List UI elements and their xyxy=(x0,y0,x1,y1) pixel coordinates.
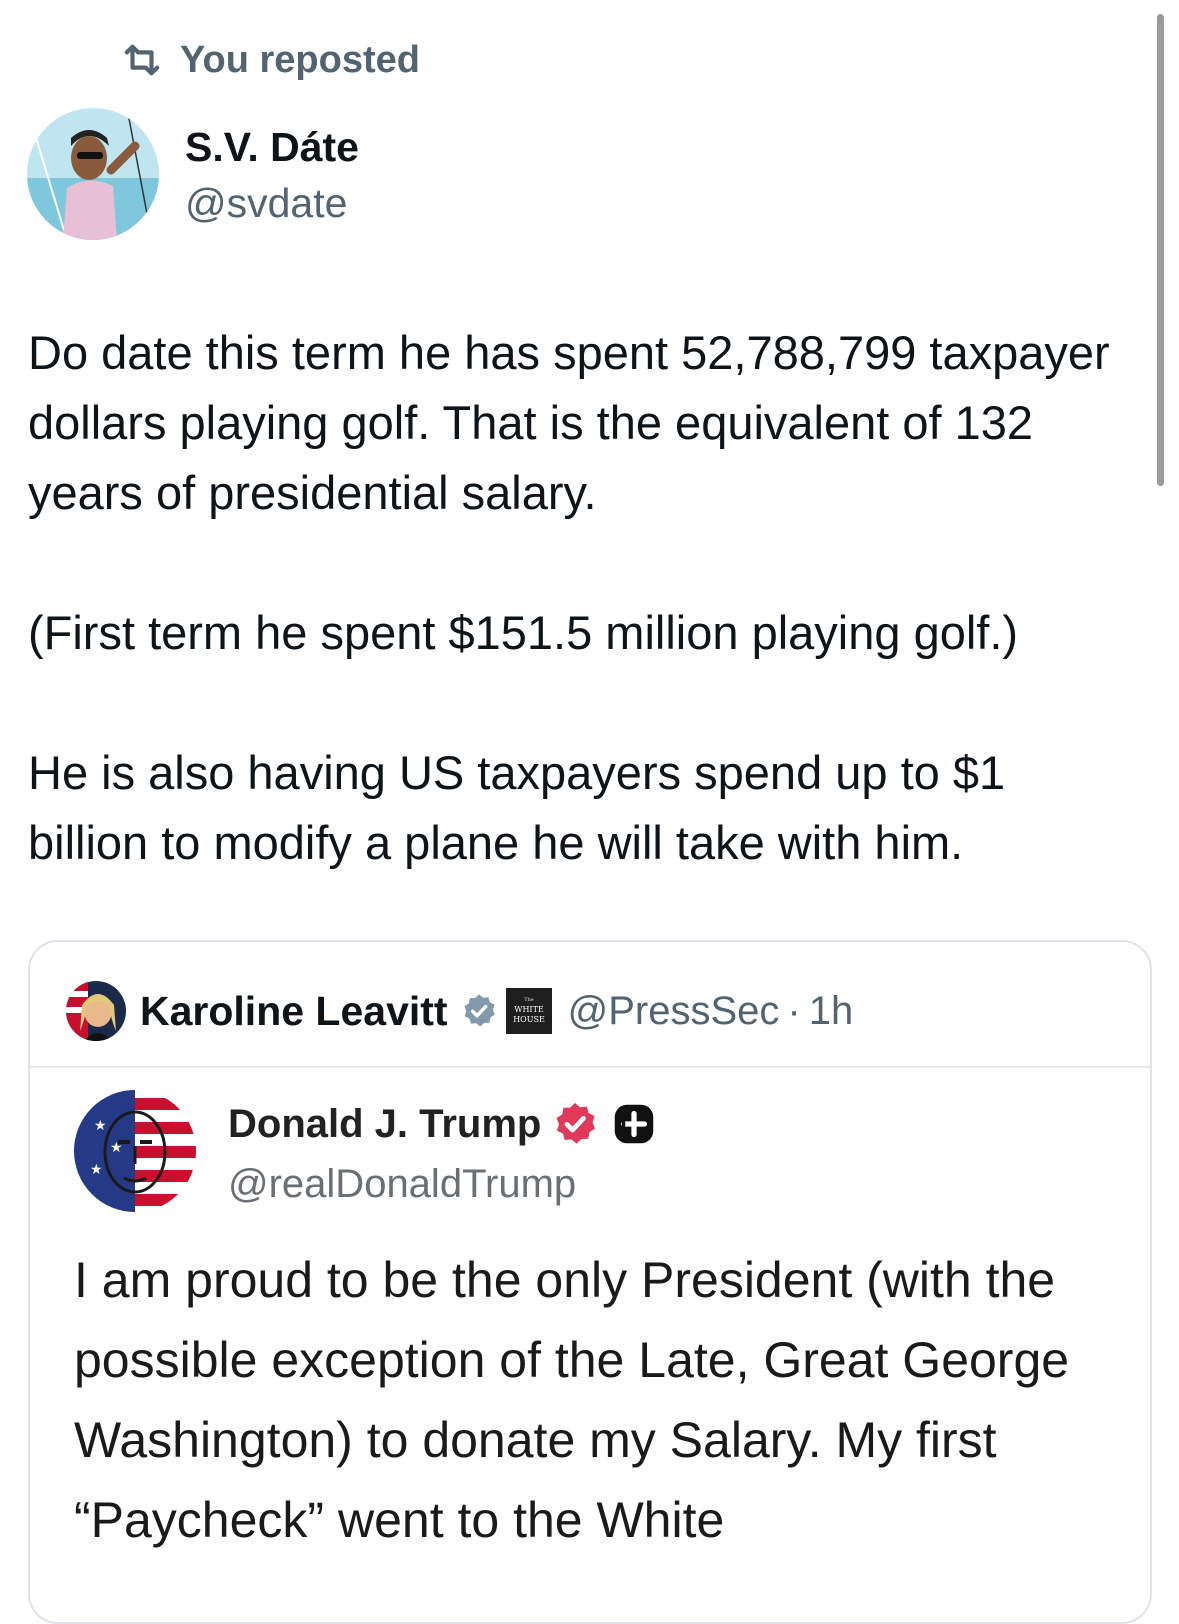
svg-text:WHITE: WHITE xyxy=(514,1005,544,1014)
divider xyxy=(30,1066,1150,1068)
embedded-author-avatar: ★ ★ ★ xyxy=(74,1090,196,1212)
embedded-author-name: Donald J. Trump xyxy=(228,1101,542,1146)
verified-badge-icon xyxy=(556,1103,596,1144)
embedded-post-text: I am proud to be the only President (wit… xyxy=(74,1252,1070,1548)
author-name[interactable]: S.V. Dáte xyxy=(185,124,359,171)
quoted-author-name[interactable]: Karoline Leavitt xyxy=(140,988,448,1035)
svg-text:★: ★ xyxy=(90,1161,103,1177)
embedded-author-row: Donald J. Trump xyxy=(228,1100,655,1148)
avatar[interactable] xyxy=(27,108,159,240)
svg-text:★: ★ xyxy=(94,1117,107,1133)
verified-badge-icon xyxy=(464,994,495,1027)
author-handle[interactable]: @svdate xyxy=(185,180,347,227)
quoted-author-handle[interactable]: @PressSec xyxy=(568,989,780,1034)
quoted-post-time[interactable]: 1h xyxy=(809,989,854,1034)
plus-badge-icon xyxy=(615,1104,654,1144)
post-paragraph: He is also having US taxpayers spend up … xyxy=(28,746,1006,869)
quoted-post-header: Karoline Leavitt The WHITE HOUSE @PressS… xyxy=(66,980,853,1042)
post-body: Do date this term he has spent 52,788,79… xyxy=(28,318,1128,878)
embedded-author-handle: @realDonaldTrump xyxy=(228,1162,577,1206)
repost-label: You reposted xyxy=(180,38,420,81)
scrollbar[interactable] xyxy=(1157,14,1164,486)
quoted-author-avatar[interactable] xyxy=(66,981,126,1041)
svg-text:The: The xyxy=(524,997,534,1003)
white-house-badge-icon: The WHITE HOUSE xyxy=(505,988,552,1034)
separator-dot: · xyxy=(787,988,801,1033)
repost-banner: You reposted xyxy=(118,36,420,84)
svg-text:HOUSE: HOUSE xyxy=(513,1015,545,1024)
post-paragraph: Do date this term he has spent 52,788,79… xyxy=(28,326,1110,519)
repost-icon xyxy=(124,44,160,76)
post-paragraph: (First term he spent $151.5 million play… xyxy=(28,606,1019,659)
quoted-post-card[interactable]: Karoline Leavitt The WHITE HOUSE @PressS… xyxy=(28,940,1152,1624)
